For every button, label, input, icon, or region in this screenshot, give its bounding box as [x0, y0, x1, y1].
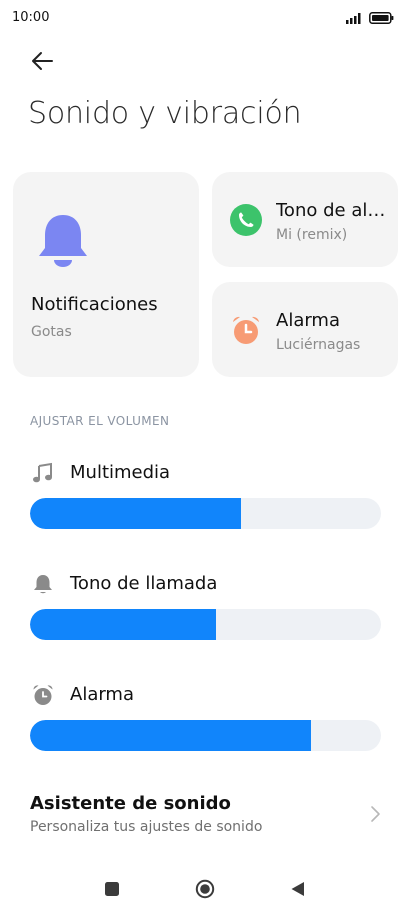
- chevron-right-icon: [371, 806, 380, 822]
- ringtone-title: Tono de alarma: [276, 200, 394, 221]
- music-note-icon: [33, 462, 52, 483]
- phone-icon: [230, 204, 262, 236]
- section-label: AJUSTAR EL VOLUMEN: [30, 414, 170, 428]
- back-triangle-icon[interactable]: [288, 879, 308, 899]
- sound-assistant-subtitle: Personaliza tus ajustes de sonido: [30, 819, 263, 835]
- recents-square-icon[interactable]: [102, 879, 122, 899]
- notifications-card[interactable]: Notificaciones Gotas: [13, 172, 199, 377]
- alarm-volume-slider[interactable]: [30, 720, 381, 751]
- alarm-title: Alarma: [276, 310, 340, 331]
- bell-icon: [39, 215, 87, 267]
- alarm-card[interactable]: Alarma Luciérnagas: [212, 282, 398, 377]
- ring-volume-fill: [30, 609, 217, 640]
- page-title: Sonido y vibración: [28, 96, 302, 131]
- battery-icon: [369, 12, 394, 24]
- back-arrow-icon[interactable]: [28, 47, 56, 75]
- media-volume-fill: [30, 498, 241, 529]
- alarm-volume-label: Alarma: [70, 684, 134, 705]
- media-volume-slider[interactable]: [30, 498, 381, 529]
- ring-volume-slider[interactable]: [30, 609, 381, 640]
- navigation-bar: [0, 862, 411, 914]
- ringtone-subtitle: Mi (remix): [276, 227, 348, 243]
- notifications-subtitle: Gotas: [31, 324, 72, 340]
- sound-assistant-title: Asistente de sonido: [30, 793, 231, 814]
- alarm-subtitle: Luciérnagas: [276, 337, 361, 353]
- notifications-title: Notificaciones: [31, 294, 158, 315]
- alarm-volume-fill: [30, 720, 311, 751]
- status-bar: 10:00: [0, 0, 411, 36]
- bell-icon: [34, 575, 52, 594]
- status-time: 10:00: [12, 10, 50, 25]
- alarm-clock-icon: [233, 316, 259, 344]
- sound-assistant-row[interactable]: Asistente de sonido Personaliza tus ajus…: [0, 780, 411, 844]
- signal-icon: [346, 13, 361, 24]
- alarm-clock-icon: [33, 685, 53, 705]
- ring-volume-label: Tono de llamada: [70, 573, 218, 594]
- ringtone-card[interactable]: Tono de alarma Mi (remix): [212, 172, 398, 267]
- media-volume-label: Multimedia: [70, 462, 171, 483]
- home-circle-icon[interactable]: [195, 879, 215, 899]
